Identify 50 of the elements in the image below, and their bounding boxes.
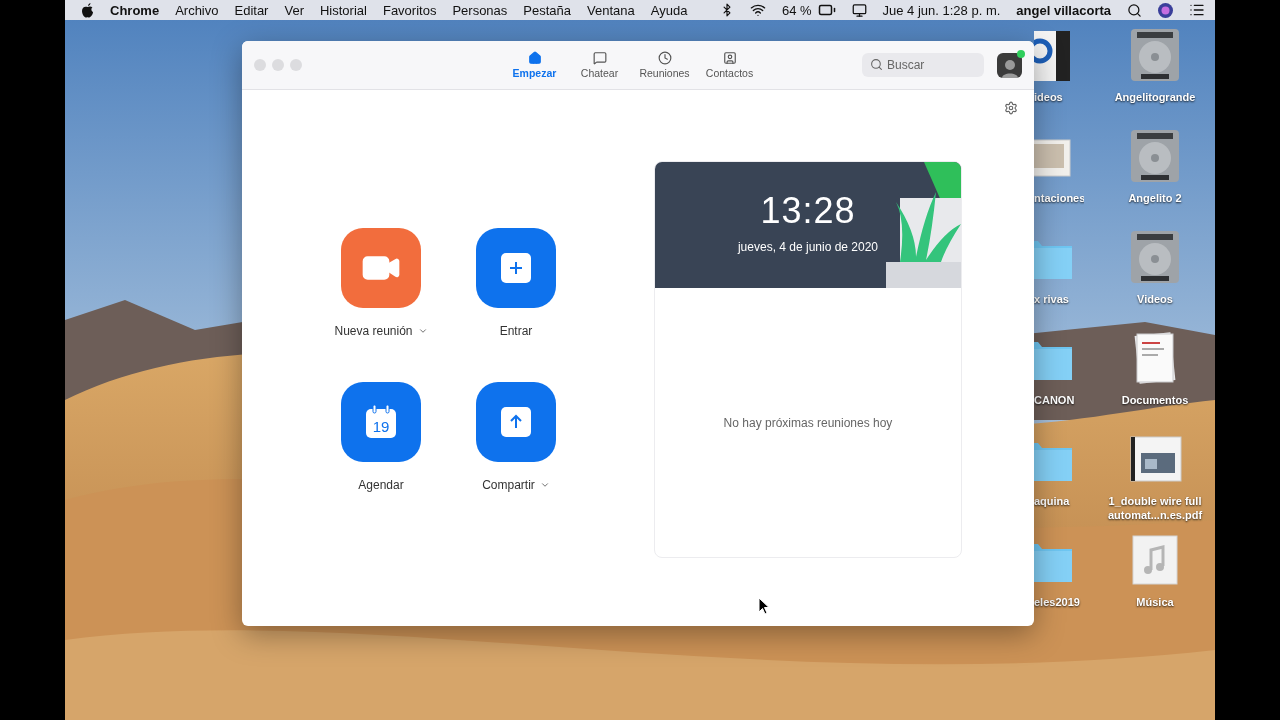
action-button[interactable] bbox=[476, 228, 556, 308]
empty-message: No hay próximas reuniones hoy bbox=[723, 415, 893, 430]
status-dot bbox=[1017, 49, 1025, 58]
icon-label[interactable]: CANON bbox=[1034, 393, 1075, 407]
action-label[interactable]: Entrar bbox=[499, 324, 533, 338]
clock-icon bbox=[657, 51, 672, 65]
battery-percent: 64 % bbox=[781, 2, 812, 18]
action-button[interactable] bbox=[341, 228, 421, 308]
menu-item[interactable]: Personas bbox=[452, 2, 508, 18]
wifi-icon[interactable] bbox=[749, 2, 766, 18]
menu-item[interactable]: Ayuda bbox=[650, 2, 688, 18]
contact-icon bbox=[722, 51, 737, 65]
menu-item[interactable]: Historial bbox=[319, 2, 367, 18]
menu-item[interactable]: Favoritos bbox=[382, 2, 437, 18]
menu-clock[interactable]: Jue 4 jun. 1:28 p. m. bbox=[882, 2, 1001, 18]
search-icon bbox=[870, 58, 883, 71]
display-icon[interactable] bbox=[851, 2, 867, 18]
list-icon[interactable] bbox=[1189, 2, 1205, 18]
siri-icon[interactable] bbox=[1158, 2, 1173, 18]
action-button[interactable] bbox=[476, 382, 556, 462]
nav-tab[interactable]: Empezar bbox=[504, 51, 565, 79]
app-menu[interactable]: Chrome bbox=[110, 2, 160, 18]
clock-date: jueves, 4 de junio de 2020 bbox=[737, 240, 879, 254]
action-button[interactable]: 19 bbox=[341, 382, 421, 462]
menu-item[interactable]: Archivo bbox=[175, 2, 219, 18]
settings-icon[interactable] bbox=[1004, 101, 1018, 115]
home-icon bbox=[527, 51, 542, 65]
action-label[interactable]: Compartir bbox=[482, 478, 535, 492]
pointer-icon bbox=[758, 597, 770, 615]
clock-time: 13:28 bbox=[760, 190, 856, 232]
user-name[interactable]: angel villacorta bbox=[1016, 2, 1111, 18]
action-label[interactable]: Nueva reunión bbox=[334, 324, 413, 338]
person-silhouette-icon bbox=[1000, 57, 1019, 78]
action-label[interactable]: Agendar bbox=[358, 478, 404, 492]
search-field[interactable]: Buscar bbox=[862, 53, 984, 77]
menu-item[interactable]: Editar bbox=[234, 2, 269, 18]
icon-label[interactable]: Documentos bbox=[1121, 393, 1189, 407]
nav-tab[interactable]: Chatear bbox=[569, 51, 630, 79]
menu-item[interactable]: Ver bbox=[284, 2, 304, 18]
chat-icon bbox=[592, 51, 607, 65]
search-icon[interactable] bbox=[1127, 2, 1142, 18]
apple-icon[interactable] bbox=[81, 2, 94, 18]
plus-icon bbox=[501, 253, 531, 283]
caret-icon[interactable] bbox=[539, 480, 550, 490]
nav-tab[interactable]: Contactos bbox=[699, 51, 760, 79]
menu-item[interactable]: Pestaña bbox=[523, 2, 572, 18]
avatar[interactable] bbox=[997, 52, 1022, 78]
caret-icon[interactable] bbox=[417, 326, 428, 336]
nav-tab[interactable]: Reuniones bbox=[634, 51, 695, 79]
menu-item[interactable]: Ventana bbox=[587, 2, 635, 18]
